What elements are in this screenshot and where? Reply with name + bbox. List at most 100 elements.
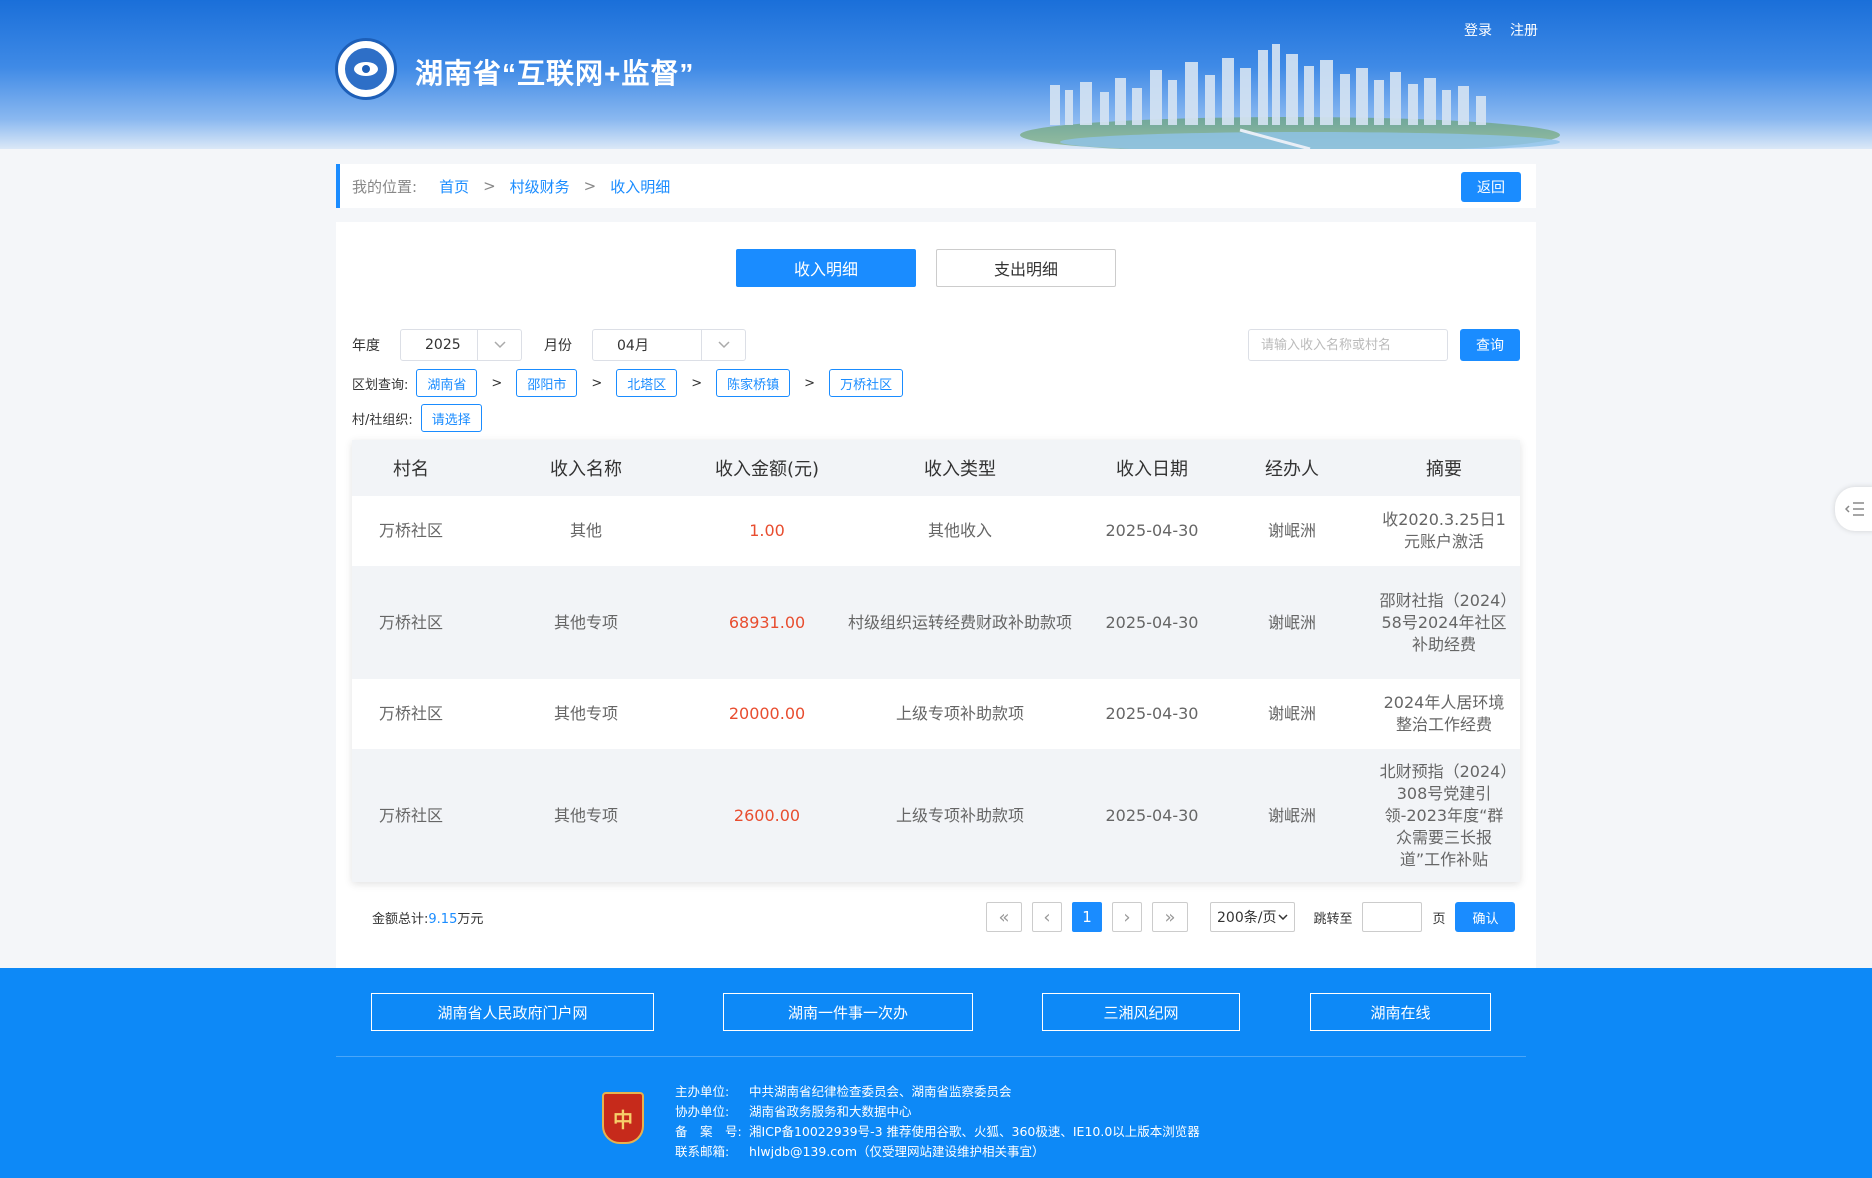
region-chip-district[interactable]: 北塔区 [616,369,678,397]
login-link[interactable]: 登录 [1464,20,1492,40]
region-label: 区划查询: [352,377,409,393]
region-chip-town[interactable]: 陈家桥镇 [716,369,791,397]
cell-type: 上级专项补助款项 [832,749,1088,882]
tab-income-detail[interactable]: 收入明细 [736,249,916,287]
footer-link-hunan-online[interactable]: 湖南在线 [1310,993,1491,1031]
next-page-button[interactable]: › [1112,902,1142,932]
column-header: 摘要 [1368,440,1520,496]
cell-type: 上级专项补助款项 [832,679,1088,749]
breadcrumb-village-finance-link[interactable]: 村级财务 [510,176,570,197]
cell-name: 其他专项 [470,679,702,749]
cell-type: 其他收入 [832,496,1088,566]
cell-summary: 邵财社指（2024）58号2024年社区补助经费 [1368,566,1520,679]
back-button[interactable]: 返回 [1461,172,1521,202]
cell-village: 万桥社区 [352,496,470,566]
table-header-row: 村名 收入名称 收入金额(元) 收入类型 收入日期 经办人 摘要 [352,440,1520,496]
org-label: 村/社组织: [352,412,413,428]
region-chip-city[interactable]: 邵阳市 [516,369,578,397]
main-panel: 收入明细 支出明细 年度 2025 月份 04月 查询 区划查询: 湖南省 > … [336,222,1536,968]
total-unit: 万元 [457,912,484,927]
column-header: 收入日期 [1088,440,1216,496]
breadcrumb-separator: > [483,177,496,195]
year-label: 年度 [352,338,380,354]
cell-date: 2025-04-30 [1088,566,1216,679]
cell-summary: 2024年人居环境整治工作经费 [1368,679,1520,749]
cell-handler: 谢岷洲 [1216,679,1368,749]
column-header: 村名 [352,440,470,496]
register-link[interactable]: 注册 [1510,20,1538,40]
site-footer: 湖南省人民政府门户网 湖南一件事一次办 三湘风纪网 湖南在线 中 主办单位: 中共… [0,968,1872,1178]
footer-link-one-thing[interactable]: 湖南一件事一次办 [723,993,973,1031]
footer-info-email: 联系邮箱: hlwjdb@139.com（仅受理网站建设维护相关事宜） [675,1144,1045,1159]
month-select[interactable]: 04月 [592,329,746,361]
cell-date: 2025-04-30 [1088,496,1216,566]
cell-name: 其他 [470,496,702,566]
cell-amount: 1.00 [702,496,832,566]
date-filter-row: 年度 2025 月份 04月 [352,329,746,361]
cell-amount: 68931.00 [702,566,832,679]
region-chip-province[interactable]: 湖南省 [416,369,478,397]
query-button[interactable]: 查询 [1460,329,1520,361]
breadcrumb-separator: > [583,177,597,195]
cell-village: 万桥社区 [352,679,470,749]
site-header: 湖南省“互联网+监督” 登录 注册 [0,0,1872,149]
table-row: 万桥社区 其他专项 2600.00 上级专项补助款项 2025-04-30 谢岷… [352,749,1520,882]
prev-page-button[interactable]: ‹ [1032,902,1062,932]
column-header: 收入类型 [832,440,1088,496]
footer-divider [336,1056,1526,1057]
last-page-button[interactable]: » [1152,902,1188,932]
cell-type: 村级组织运转经费财政补助款项 [832,566,1088,679]
goto-page-input[interactable] [1362,902,1423,932]
confirm-button[interactable]: 确认 [1455,902,1516,932]
table-row: 万桥社区 其他专项 20000.00 上级专项补助款项 2025-04-30 谢… [352,679,1520,749]
cell-handler: 谢岷洲 [1216,749,1368,882]
pagination: « ‹ 1 › » 200条/页 跳转至 页 确认 [986,902,1516,932]
org-filter-row: 村/社组织: 请选择 [352,404,482,432]
cell-name: 其他专项 [470,749,702,882]
cell-summary: 收2020.3.25日1元账户激活 [1368,496,1520,566]
chevron-down-icon [701,330,745,360]
footer-info-icp: 备 案 号: 湘ICP备10022939号-3 推荐使用谷歌、火狐、360极速、I… [675,1124,1200,1139]
tab-expense-detail[interactable]: 支出明细 [936,249,1116,287]
breadcrumb-home-link[interactable]: 首页 [439,176,469,197]
page-size-select[interactable]: 200条/页 [1210,902,1296,932]
month-label: 月份 [544,338,572,354]
site-title: 湖南省“互联网+监督” [415,58,695,89]
cell-village: 万桥社区 [352,749,470,882]
side-menu-toggle[interactable] [1835,487,1872,531]
breadcrumb-label: 我的位置: [352,177,418,196]
chevron-down-icon [477,330,521,360]
first-page-button[interactable]: « [986,902,1022,932]
cell-amount: 20000.00 [702,679,832,749]
footer-link-gov-portal[interactable]: 湖南省人民政府门户网 [371,993,654,1031]
total-label: 金额总计: [372,912,429,927]
search-input[interactable] [1248,329,1448,361]
cell-date: 2025-04-30 [1088,679,1216,749]
chevron-down-icon [1278,914,1288,920]
party-emblem-icon[interactable]: 中 [602,1092,644,1144]
site-logo-icon[interactable] [335,38,397,100]
region-filter-row: 区划查询: 湖南省 > 邵阳市 > 北塔区 > 陈家桥镇 > 万桥社区 [352,369,904,397]
column-header: 经办人 [1216,440,1368,496]
breadcrumb-current[interactable]: 收入明细 [610,176,670,197]
footer-links: 湖南省人民政府门户网 湖南一件事一次办 三湘风纪网 湖南在线 [0,993,1872,1031]
cell-handler: 谢岷洲 [1216,566,1368,679]
cell-handler: 谢岷洲 [1216,496,1368,566]
amount-total: 金额总计:9.15万元 [372,908,483,927]
cell-date: 2025-04-30 [1088,749,1216,882]
org-select-chip[interactable]: 请选择 [420,404,482,432]
year-select[interactable]: 2025 [400,329,522,361]
table-row: 万桥社区 其他专项 68931.00 村级组织运转经费财政补助款项 2025-0… [352,566,1520,679]
footer-info-co-host: 协办单位: 湖南省政务服务和大数据中心 [675,1104,912,1119]
top-links: 登录 注册 [1464,20,1538,40]
footer-info: 主办单位: 中共湖南省纪律检查委员会、湖南省监察委员会 协办单位: 湖南省政务服务和… [675,1082,1200,1162]
footer-link-fengji[interactable]: 三湘风纪网 [1042,993,1240,1031]
breadcrumb: 我的位置: 首页 > 村级财务 > 收入明细 返回 [336,164,1536,208]
region-chip-community[interactable]: 万桥社区 [829,369,904,397]
table-row: 万桥社区 其他 1.00 其他收入 2025-04-30 谢岷洲 收2020.3… [352,496,1520,566]
page-unit: 页 [1432,911,1446,927]
page-number-current[interactable]: 1 [1072,902,1102,932]
goto-label: 跳转至 [1313,911,1353,927]
total-value: 9.15 [428,912,458,927]
menu-icon [1845,502,1864,516]
